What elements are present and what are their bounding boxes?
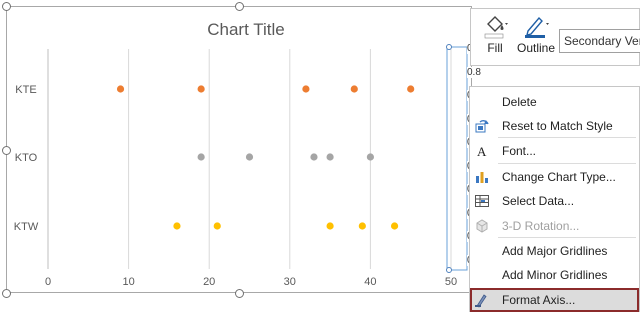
- fill-button[interactable]: Fill: [477, 13, 513, 55]
- menu-item-label: Delete: [502, 95, 537, 109]
- data-point-kto[interactable]: [326, 153, 334, 161]
- menu-item-delete[interactable]: Delete: [470, 90, 639, 114]
- select-data-icon: [474, 193, 490, 209]
- menu-item-label: Font...: [502, 144, 537, 158]
- resize-handle[interactable]: [235, 2, 244, 11]
- y-axis-labels[interactable]: KTE KTO KTW: [14, 84, 39, 233]
- menu-item-label: 3-D Rotation...: [502, 219, 580, 233]
- delete-icon: [474, 94, 490, 110]
- format-axis-icon: [474, 292, 490, 308]
- axis-handle[interactable]: [446, 44, 452, 50]
- menu-item-add-major-gridlines[interactable]: Add Major Gridlines: [470, 239, 639, 263]
- secondary-axis-tick-label: 0.8: [467, 66, 481, 78]
- rotation-3d-icon: [474, 218, 490, 234]
- y-category-label: KTO: [15, 152, 38, 164]
- data-point-kte[interactable]: [350, 85, 358, 93]
- y-category-label: KTE: [15, 84, 36, 96]
- data-point-ktw[interactable]: [213, 222, 221, 230]
- x-tick-label: 10: [122, 276, 134, 288]
- data-point-kto[interactable]: [310, 153, 318, 161]
- menu-item-label: Reset to Match Style: [502, 119, 613, 133]
- chart-area[interactable]: Chart Title KTEKTOKTW 01020304050 00.800…: [2, 2, 481, 298]
- x-tick-label: 40: [364, 276, 376, 288]
- y-category-label: KTW: [14, 221, 39, 233]
- menu-item-label: Format Axis...: [502, 293, 576, 307]
- resize-handle[interactable]: [2, 146, 11, 155]
- menu-item-label: Change Chart Type...: [502, 170, 616, 184]
- paint-bucket-icon: [477, 13, 513, 41]
- data-point-kte[interactable]: [197, 85, 205, 93]
- chart-title[interactable]: Chart Title: [207, 20, 284, 39]
- x-tick-label: 20: [203, 276, 215, 288]
- menu-item-3-d-rotation: 3-D Rotation...: [470, 214, 639, 238]
- x-tick-label: 50: [445, 276, 457, 288]
- chart-type-icon: [474, 169, 490, 185]
- outline-label: Outline: [516, 41, 556, 55]
- menu-item-font[interactable]: A Font...: [470, 139, 639, 163]
- outline-button[interactable]: Outline: [515, 13, 557, 55]
- axis-handle[interactable]: [446, 267, 452, 273]
- menu-item-format-axis[interactable]: Format Axis...: [470, 288, 639, 312]
- x-tick-label: 30: [284, 276, 296, 288]
- data-point-kto[interactable]: [245, 153, 254, 161]
- resize-handle[interactable]: [2, 289, 11, 298]
- pen-outline-icon: [515, 13, 557, 41]
- data-points[interactable]: [116, 85, 415, 230]
- data-point-ktw[interactable]: [326, 222, 334, 230]
- reset-style-icon: [474, 118, 490, 134]
- fill-label: Fill: [487, 41, 503, 55]
- chart-element-selector[interactable]: Secondary Vert: [559, 29, 640, 53]
- menu-separator: [498, 163, 636, 164]
- data-point-kto[interactable]: [366, 153, 374, 161]
- menu-item-label: Add Minor Gridlines: [502, 268, 608, 282]
- menu-item-reset-to-match-style[interactable]: Reset to Match Style: [470, 114, 639, 138]
- resize-handle[interactable]: [235, 289, 244, 298]
- secondary-axis-selection[interactable]: [446, 46, 468, 271]
- data-point-ktw[interactable]: [358, 222, 366, 230]
- x-tick-label: 0: [45, 276, 51, 288]
- x-axis-labels[interactable]: 0 10 20 30 40 50: [45, 276, 457, 288]
- font-icon: A: [474, 143, 490, 159]
- resize-handle[interactable]: [2, 2, 11, 11]
- svg-text:A: A: [477, 144, 487, 159]
- menu-item-add-minor-gridlines[interactable]: Add Minor Gridlines: [470, 263, 639, 287]
- chart-plot: Chart Title KTE KTO KTW 0 10 20 30 40 50: [14, 20, 468, 288]
- data-point-kte[interactable]: [116, 85, 125, 93]
- data-point-kte[interactable]: [302, 85, 310, 93]
- mini-toolbar: Fill Outline Secondary Vert: [470, 8, 640, 66]
- data-point-kto[interactable]: [197, 153, 205, 161]
- data-point-ktw[interactable]: [390, 222, 399, 230]
- context-menu: Delete Reset to Match Style A Font... Change…: [469, 86, 640, 312]
- data-point-ktw[interactable]: [173, 222, 181, 230]
- menu-item-select-data[interactable]: Select Data...: [470, 189, 639, 213]
- menu-item-label: Select Data...: [502, 194, 575, 208]
- data-point-kte[interactable]: [407, 85, 415, 93]
- menu-item-label: Add Major Gridlines: [502, 244, 608, 258]
- menu-item-change-chart-type[interactable]: Change Chart Type...: [470, 165, 639, 189]
